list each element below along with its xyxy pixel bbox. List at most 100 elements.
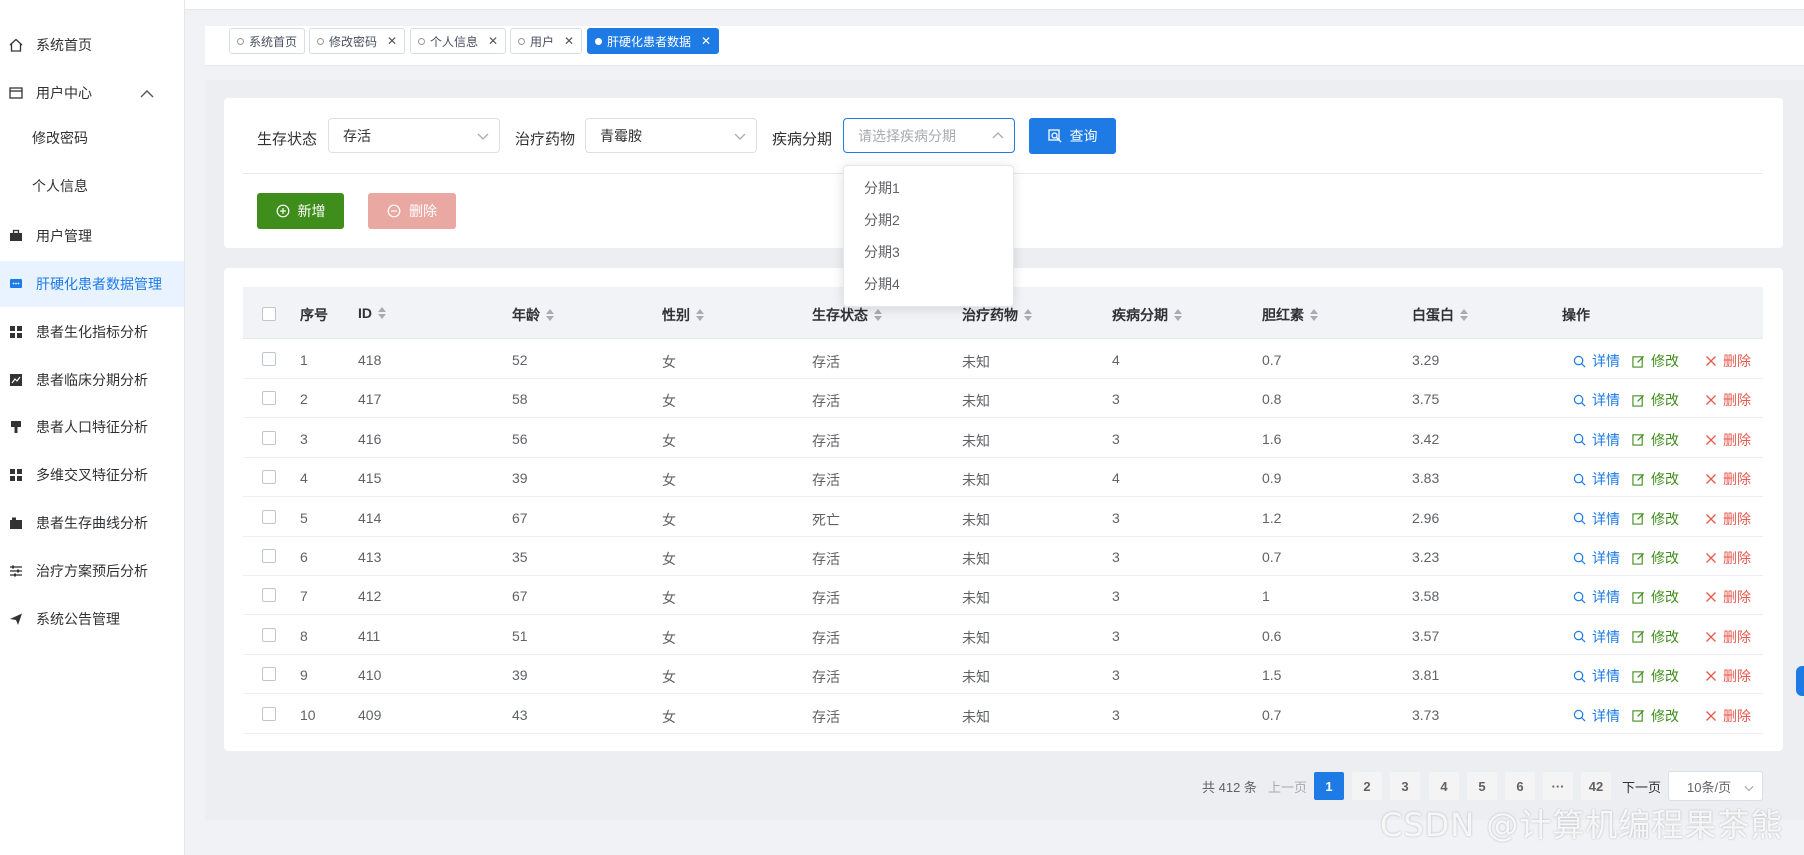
sidebar-item-clinical-stage-analysis[interactable]: 患者临床分期分析 xyxy=(0,357,184,403)
tab-home[interactable]: 系统首页 xyxy=(229,28,306,54)
close-icon[interactable]: ✕ xyxy=(701,34,711,48)
view-details-button[interactable]: 详情 xyxy=(1573,469,1620,489)
delete-button[interactable]: 删除 xyxy=(1705,666,1751,686)
row-checkbox[interactable] xyxy=(262,352,276,366)
stage-select[interactable]: 请选择疾病分期 xyxy=(843,118,1015,153)
tab-change-password[interactable]: 修改密码 ✕ xyxy=(309,28,406,54)
status-select[interactable]: 存活 xyxy=(328,118,500,153)
column-header-albumin[interactable]: 白蛋白 xyxy=(1412,305,1468,325)
drug-select[interactable]: 青霉胺 xyxy=(585,118,757,153)
pagination-page[interactable]: 1 xyxy=(1314,772,1344,800)
column-header-id[interactable]: ID xyxy=(358,305,386,321)
settings-drawer-handle[interactable] xyxy=(1796,666,1804,696)
column-header-bilirubin[interactable]: 胆红素 xyxy=(1262,305,1318,325)
select-all-checkbox[interactable] xyxy=(262,307,276,321)
sidebar-item-announcement-management[interactable]: 系统公告管理 xyxy=(0,596,184,642)
sidebar-item-user-center[interactable]: 用户中心 xyxy=(0,70,184,116)
edit-button[interactable]: 修改 xyxy=(1632,351,1679,371)
pagination-page[interactable]: 6 xyxy=(1505,772,1535,800)
page-size-select[interactable]: 10条/页 xyxy=(1668,771,1763,801)
sort-icon[interactable] xyxy=(1460,309,1468,321)
column-header-drug[interactable]: 治疗药物 xyxy=(962,305,1032,325)
pagination-ellipsis[interactable]: ··· xyxy=(1543,772,1573,800)
pagination-page[interactable]: 3 xyxy=(1390,772,1420,800)
stage-option[interactable]: 分期2 xyxy=(844,204,1013,236)
stage-option[interactable]: 分期1 xyxy=(844,172,1013,204)
stage-option[interactable]: 分期4 xyxy=(844,268,1013,300)
sort-icon[interactable] xyxy=(1310,309,1318,321)
delete-button[interactable]: 删除 xyxy=(1705,627,1751,647)
delete-button[interactable]: 删除 xyxy=(1705,390,1751,410)
sort-icon[interactable] xyxy=(378,307,386,319)
view-details-button[interactable]: 详情 xyxy=(1573,351,1620,371)
edit-button[interactable]: 修改 xyxy=(1632,469,1679,489)
pagination-page[interactable]: 4 xyxy=(1429,772,1459,800)
row-checkbox[interactable] xyxy=(262,430,276,445)
row-checkbox[interactable] xyxy=(262,667,276,682)
row-checkbox[interactable] xyxy=(262,509,276,524)
edit-button[interactable]: 修改 xyxy=(1632,587,1679,607)
column-header-status[interactable]: 生存状态 xyxy=(812,305,882,325)
edit-button[interactable]: 修改 xyxy=(1632,548,1679,568)
pagination-page[interactable]: 2 xyxy=(1352,772,1382,800)
tab-user[interactable]: 用户 ✕ xyxy=(510,28,583,54)
sidebar-item-cross-feature-analysis[interactable]: 多维交叉特征分析 xyxy=(0,452,184,498)
sort-icon[interactable] xyxy=(546,309,554,321)
row-checkbox[interactable] xyxy=(262,627,276,642)
row-checkbox[interactable] xyxy=(262,391,276,406)
sort-icon[interactable] xyxy=(874,309,882,321)
sort-icon[interactable] xyxy=(696,309,704,321)
view-details-button[interactable]: 详情 xyxy=(1573,706,1620,726)
delete-button[interactable]: 删除 xyxy=(1705,351,1751,371)
pagination-page[interactable]: 5 xyxy=(1467,772,1497,800)
close-icon[interactable]: ✕ xyxy=(564,34,574,48)
column-header-gender[interactable]: 性别 xyxy=(662,305,704,325)
stage-option[interactable]: 分期3 xyxy=(844,236,1013,268)
view-details-button[interactable]: 详情 xyxy=(1573,548,1620,568)
edit-button[interactable]: 修改 xyxy=(1632,509,1679,529)
sidebar-item-change-password[interactable]: 修改密码 xyxy=(0,115,184,161)
close-icon[interactable]: ✕ xyxy=(488,34,498,48)
tab-patient-data[interactable]: 肝硬化患者数据 ✕ xyxy=(587,28,720,54)
query-button[interactable]: 查询 xyxy=(1029,118,1116,154)
edit-button[interactable]: 修改 xyxy=(1632,627,1679,647)
tab-profile[interactable]: 个人信息 ✕ xyxy=(410,28,507,54)
delete-button[interactable]: 删除 xyxy=(1705,430,1751,450)
sidebar-item-home[interactable]: 系统首页 xyxy=(0,22,184,68)
view-details-button[interactable]: 详情 xyxy=(1573,666,1620,686)
row-checkbox[interactable] xyxy=(262,588,276,603)
column-header-stage[interactable]: 疾病分期 xyxy=(1112,305,1182,325)
batch-delete-button[interactable]: 删除 xyxy=(368,193,456,229)
delete-button[interactable]: 删除 xyxy=(1705,587,1751,607)
view-details-button[interactable]: 详情 xyxy=(1573,430,1620,450)
row-checkbox[interactable] xyxy=(262,706,276,721)
view-details-button[interactable]: 详情 xyxy=(1573,627,1620,647)
sidebar-item-profile[interactable]: 个人信息 xyxy=(0,163,184,209)
sidebar-item-biochem-analysis[interactable]: 患者生化指标分析 xyxy=(0,309,184,355)
delete-button[interactable]: 删除 xyxy=(1705,469,1751,489)
row-checkbox[interactable] xyxy=(262,470,276,485)
sidebar-item-demographic-analysis[interactable]: 患者人口特征分析 xyxy=(0,404,184,450)
column-header-age[interactable]: 年龄 xyxy=(512,305,554,325)
pagination-next-button[interactable]: 下一页 xyxy=(1622,777,1661,796)
edit-button[interactable]: 修改 xyxy=(1632,390,1679,410)
close-icon[interactable]: ✕ xyxy=(387,34,397,48)
sidebar-item-survival-curve-analysis[interactable]: 患者生存曲线分析 xyxy=(0,500,184,546)
sidebar-item-patient-data[interactable]: 肝硬化患者数据管理 xyxy=(0,261,184,307)
delete-button[interactable]: 删除 xyxy=(1705,548,1751,568)
view-details-button[interactable]: 详情 xyxy=(1573,509,1620,529)
sort-icon[interactable] xyxy=(1174,309,1182,321)
sidebar-item-user-management[interactable]: 用户管理 xyxy=(0,213,184,259)
delete-button[interactable]: 删除 xyxy=(1705,706,1751,726)
view-details-button[interactable]: 详情 xyxy=(1573,587,1620,607)
edit-button[interactable]: 修改 xyxy=(1632,666,1679,686)
row-checkbox[interactable] xyxy=(262,549,276,563)
edit-button[interactable]: 修改 xyxy=(1632,706,1679,726)
pagination-page[interactable]: 42 xyxy=(1581,772,1611,800)
pagination-prev-button[interactable]: 上一页 xyxy=(1268,777,1307,796)
delete-button[interactable]: 删除 xyxy=(1705,509,1751,529)
add-button[interactable]: 新增 xyxy=(257,193,344,229)
view-details-button[interactable]: 详情 xyxy=(1573,390,1620,410)
sort-icon[interactable] xyxy=(1024,309,1032,321)
sidebar-item-treatment-prognosis-analysis[interactable]: 治疗方案预后分析 xyxy=(0,548,184,594)
